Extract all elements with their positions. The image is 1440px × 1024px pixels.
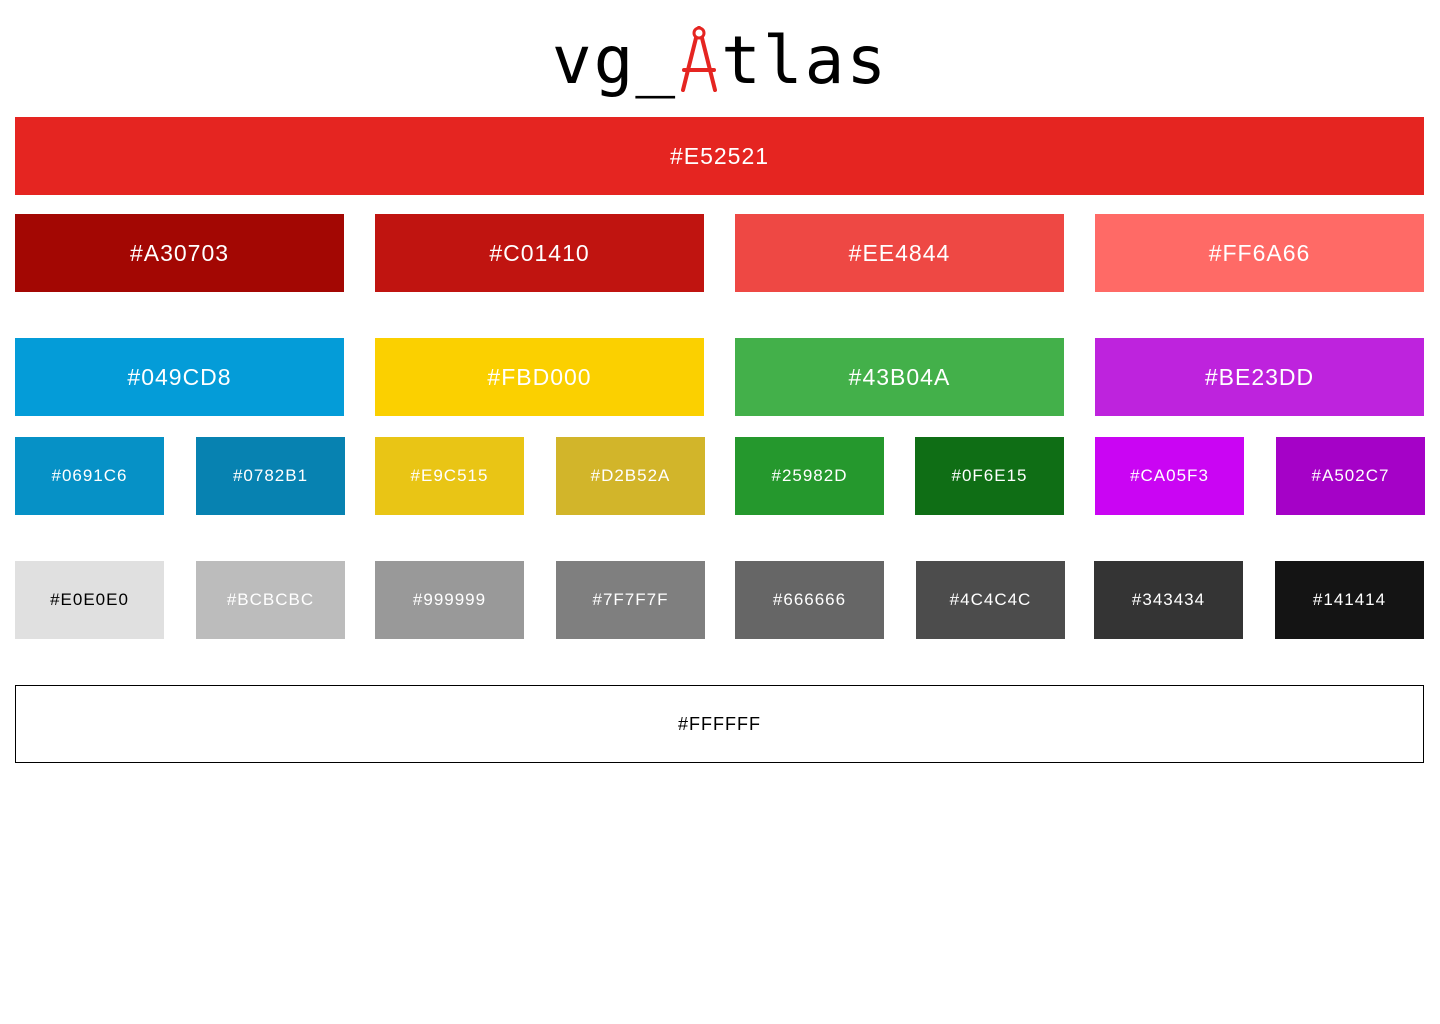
swatch-label: #25982D: [771, 466, 848, 485]
swatch-accent-shade-4: #25982D: [735, 437, 884, 515]
swatch-label: #4C4C4C: [949, 590, 1032, 609]
swatch-label: #CA05F3: [1130, 466, 1209, 485]
swatch-accent-0: #049CD8: [15, 338, 344, 416]
swatch-label: #FFFFFF: [678, 713, 761, 734]
swatch-red-1: #C01410: [375, 214, 704, 292]
swatch-gray-5: #4C4C4C: [916, 561, 1065, 639]
swatch-label: #BE23DD: [1204, 363, 1315, 390]
palette-page: vg_ tlas #E52521 #A30703 #C01410 #EE4844 #F…: [0, 0, 1440, 1024]
swatch-label: #E0E0E0: [50, 590, 129, 609]
swatch-accent-1: #FBD000: [375, 338, 704, 416]
swatch-gray-3: #7F7F7F: [556, 561, 705, 639]
swatch-gray-2: #999999: [375, 561, 524, 639]
swatch-label: #FF6A66: [1208, 239, 1311, 266]
swatch-gray-0: #E0E0E0: [15, 561, 164, 639]
logo-wordmark: vg_ tlas: [552, 24, 888, 94]
swatch-label: #141414: [1312, 590, 1387, 609]
logo: vg_ tlas: [0, 14, 1440, 104]
swatch-label: #A502C7: [1311, 466, 1390, 485]
swatch-red-0: #A30703: [15, 214, 344, 292]
swatch-red-3: #FF6A66: [1095, 214, 1424, 292]
swatch-gray-4: #666666: [735, 561, 884, 639]
swatch-accent-shade-0: #0691C6: [15, 437, 164, 515]
swatch-label: #049CD8: [127, 363, 232, 390]
swatch-accent-shade-5: #0F6E15: [915, 437, 1064, 515]
swatch-label: #C01410: [489, 239, 590, 266]
swatch-label: #43B04A: [848, 363, 951, 390]
swatch-white: #FFFFFF: [15, 685, 1424, 763]
swatch-red-2: #EE4844: [735, 214, 1064, 292]
swatch-accent-shade-2: #E9C515: [375, 437, 524, 515]
swatch-label: #0F6E15: [951, 466, 1028, 485]
swatch-label: #D2B52A: [590, 466, 671, 485]
swatch-label: #EE4844: [848, 239, 951, 266]
swatch-primary: #E52521: [15, 117, 1424, 195]
swatch-accent-shade-7: #A502C7: [1276, 437, 1425, 515]
swatch-accent-3: #BE23DD: [1095, 338, 1424, 416]
swatch-label: #BCBCBC: [226, 590, 315, 609]
swatch-gray-7: #141414: [1275, 561, 1424, 639]
swatch-label: #0691C6: [51, 466, 128, 485]
swatch-label: #7F7F7F: [592, 590, 669, 609]
swatch-label: #E52521: [669, 142, 770, 169]
swatch-label: #666666: [772, 590, 847, 609]
swatch-accent-2: #43B04A: [735, 338, 1064, 416]
logo-prefix: vg_: [551, 22, 678, 99]
swatch-label: #999999: [412, 590, 487, 609]
swatch-gray-1: #BCBCBC: [196, 561, 345, 639]
swatch-label: #A30703: [129, 239, 230, 266]
drafting-compass-icon: [678, 24, 720, 94]
swatch-label: #E9C515: [410, 466, 489, 485]
swatch-accent-shade-1: #0782B1: [196, 437, 345, 515]
swatch-accent-shade-6: #CA05F3: [1095, 437, 1244, 515]
swatch-accent-shade-3: #D2B52A: [556, 437, 705, 515]
swatch-gray-6: #343434: [1094, 561, 1243, 639]
logo-suffix: tlas: [721, 22, 889, 99]
swatch-label: #FBD000: [487, 363, 592, 390]
swatch-label: #0782B1: [232, 466, 309, 485]
swatch-label: #343434: [1131, 590, 1206, 609]
